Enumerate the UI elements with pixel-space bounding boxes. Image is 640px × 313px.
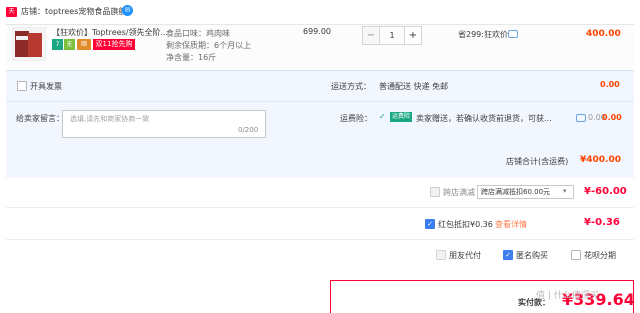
tmall-badge: 天猫 (6, 7, 17, 25)
invoice-label: 开具发票 (30, 82, 62, 91)
tag-worry-free: 无 (64, 39, 75, 50)
anonymous-checkbox[interactable]: ✓ (503, 250, 513, 260)
redpacket-details-link[interactable]: 查看详情 (495, 219, 527, 230)
product-title[interactable]: 【狂欢价】Toptrees/领先全阶... (52, 27, 168, 38)
promo-label: 省299:狂欢价 (458, 30, 508, 39)
insurance-label: 运费险： (340, 114, 372, 123)
unit-price: 699.00 (303, 27, 331, 36)
tag-seven-day-return: 7 (52, 39, 63, 50)
friend-pay-checkbox[interactable] (436, 250, 446, 260)
insurance-chat-icon[interactable] (576, 114, 586, 122)
quantity-minus-button[interactable]: − (362, 26, 380, 45)
chat-bubble-icon[interactable]: ✉ (122, 5, 133, 16)
check-icon: ✓ (379, 112, 386, 121)
quantity-plus-button[interactable]: + (404, 26, 422, 45)
memo-char-count: 0/200 (238, 126, 259, 134)
cross-shop-checkbox[interactable] (430, 187, 440, 197)
friend-pay-label: 朋友代付 (449, 251, 481, 260)
promo-chat-icon[interactable] (508, 30, 518, 38)
invoice-checkbox[interactable] (17, 81, 27, 91)
product-image-bag (15, 31, 29, 57)
cross-shop-amount: ¥-60.00 (584, 186, 627, 197)
huabei-label: 花呗分期 (584, 251, 616, 260)
shop-name-link[interactable]: toptrees宠物食品旗舰 (45, 7, 126, 16)
cross-shop-select[interactable]: 跨店满减抵扣60.00元 (477, 185, 574, 199)
insurance-amount: 0.00 (602, 113, 622, 122)
quantity-stepper: − 1 + (362, 26, 422, 45)
memo-label: 给卖家留言： (16, 114, 64, 123)
shop-label-prefix: 店铺： (21, 7, 45, 16)
product-image-label (16, 36, 28, 40)
divider-2 (6, 207, 634, 208)
insurance-text: 卖家赠送，若确认收货前退货，可获... (416, 114, 552, 123)
item-subtotal: 400.00 (586, 29, 621, 39)
insurance-tag: 运费险 (390, 112, 412, 122)
shipping-amount: 0.00 (600, 80, 620, 89)
huabei-checkbox[interactable] (571, 250, 581, 260)
chevron-down-icon: ▾ (563, 187, 567, 195)
divider-3 (6, 239, 634, 240)
tag-sf: 顺 (77, 39, 91, 50)
watermark: 值 | 什么值得买 (536, 291, 599, 301)
product-attr-flavor: 食品口味：鸡肉味 (166, 29, 230, 38)
shop-label: 店铺：toptrees宠物食品旗舰 (21, 6, 126, 17)
shop-total-amount: ¥400.00 (580, 155, 621, 165)
cross-shop-label: 跨店满减 (443, 188, 475, 197)
tag-double11-presale: 双11抢先购 (93, 39, 135, 50)
anonymous-label: 匿名购买 (516, 251, 548, 260)
redpacket-amount: ¥-0.36 (584, 217, 620, 228)
product-image-bag-2 (28, 33, 42, 57)
shop-total-label: 店铺合计(含运费) (506, 157, 569, 166)
shipping-label: 运送方式： (331, 82, 371, 91)
redpacket-checkbox[interactable]: ✓ (425, 219, 435, 229)
memo-placeholder: 选填,请先和商家协商一致 (70, 115, 150, 123)
redpacket-label: 红包抵扣¥0.36 (438, 220, 493, 229)
product-attr-net-content: 净含量：16斤 (166, 53, 217, 62)
divider (6, 101, 634, 102)
shipping-value: 普通配送 快递 免邮 (379, 82, 449, 91)
product-attr-shelf-life: 剩余保质期：6个月以上 (166, 41, 252, 50)
quantity-input[interactable]: 1 (380, 26, 404, 45)
